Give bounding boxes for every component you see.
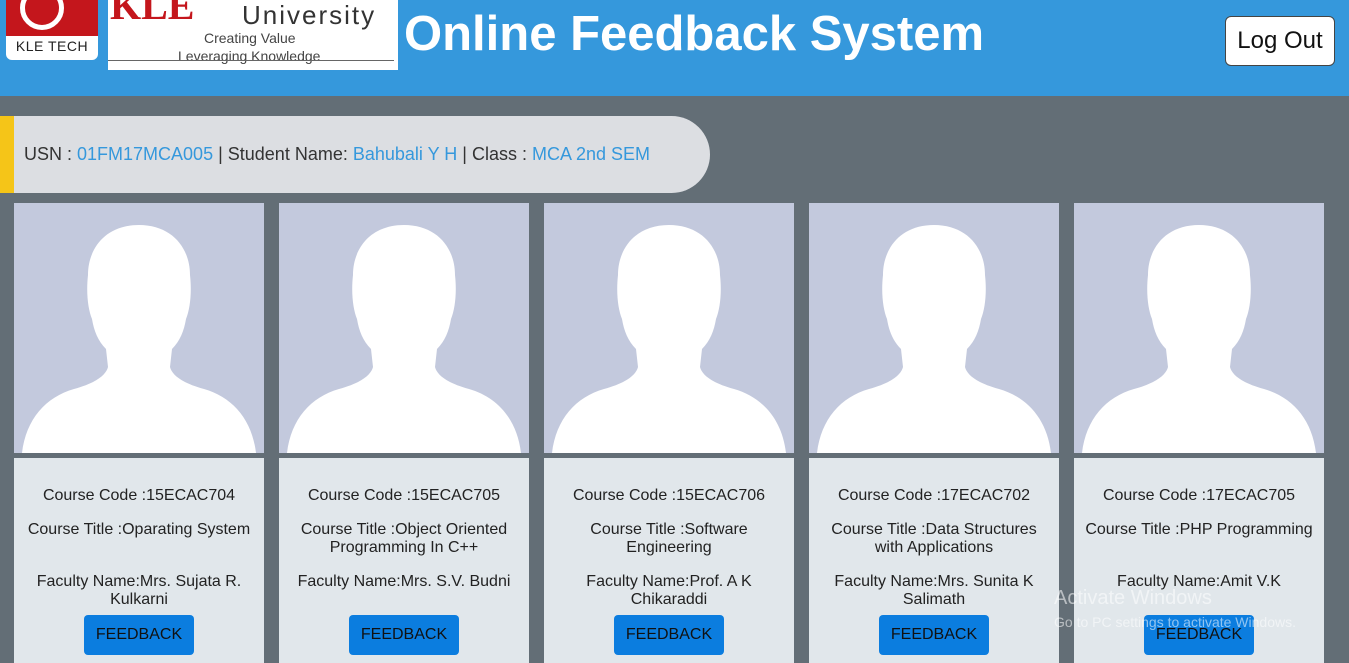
- faculty-avatar: [1074, 203, 1324, 453]
- faculty-name: Faculty Name:Amit V.K: [1117, 573, 1281, 590]
- logout-button[interactable]: Log Out: [1225, 16, 1335, 66]
- course-details: Course Code :15ECAC704 Course Title :Opa…: [14, 458, 264, 663]
- feedback-button[interactable]: FEEDBACK: [349, 615, 459, 655]
- tagline-2: Leveraging Knowledge: [178, 48, 321, 64]
- course-code: Course Code :15ECAC705: [307, 487, 501, 504]
- faculty-name: Faculty Name:Mrs. S.V. Budni: [297, 573, 511, 590]
- avatar-silhouette-icon: [1082, 225, 1316, 453]
- course-details: Course Code :17ECAC702 Course Title :Dat…: [809, 458, 1059, 663]
- faculty-avatar: [14, 203, 264, 453]
- tagline-1: Creating Value: [204, 30, 296, 46]
- course-title: Course Title :PHP Programming: [1085, 521, 1313, 538]
- faculty-name: Faculty Name:Mrs. Sujata R. Kulkarni: [36, 573, 242, 608]
- course-card: Course Code :15ECAC706 Course Title :Sof…: [544, 203, 794, 663]
- avatar-silhouette-icon: [22, 225, 256, 453]
- faculty-avatar: [544, 203, 794, 453]
- course-title: Course Title :Data Structures with Appli…: [831, 521, 1037, 556]
- feedback-button[interactable]: FEEDBACK: [84, 615, 194, 655]
- university-brand: KLE: [110, 0, 195, 28]
- feedback-button[interactable]: FEEDBACK: [614, 615, 724, 655]
- course-code: Course Code :17ECAC705: [1102, 487, 1296, 504]
- name-label: | Student Name:: [213, 144, 353, 164]
- header-bar: KLE TECH KLE University Creating Value L…: [0, 0, 1349, 96]
- course-details: Course Code :15ECAC706 Course Title :Sof…: [544, 458, 794, 663]
- university-word: University: [242, 0, 377, 30]
- kle-tech-logo: KLE TECH: [6, 0, 98, 60]
- student-name-value: Bahubali Y H: [352, 144, 458, 164]
- class-value: MCA 2nd SEM: [531, 144, 651, 164]
- course-card: Course Code :15ECAC705 Course Title :Obj…: [279, 203, 529, 663]
- faculty-avatar: [809, 203, 1059, 453]
- feedback-button[interactable]: FEEDBACK: [879, 615, 989, 655]
- page-title: Online Feedback System: [404, 7, 985, 61]
- feedback-button[interactable]: FEEDBACK: [1144, 615, 1254, 655]
- course-title: Course Title :Object Oriented Programmin…: [300, 521, 508, 556]
- course-code: Course Code :17ECAC702: [837, 487, 1031, 504]
- student-info-bar: USN : 01FM17MCA005 | Student Name: Bahub…: [0, 116, 710, 193]
- course-details: Course Code :17ECAC705 Course Title :PHP…: [1074, 458, 1324, 663]
- faculty-name: Faculty Name:Mrs. Sunita K Salimath: [834, 573, 1034, 608]
- avatar-silhouette-icon: [552, 225, 786, 453]
- logo-text: KLE TECH: [15, 38, 89, 54]
- university-logo: KLE University Creating Value Leveraging…: [108, 0, 398, 70]
- course-card: Course Code :17ECAC705 Course Title :PHP…: [1074, 203, 1324, 663]
- usn-label: USN :: [24, 144, 78, 164]
- avatar-silhouette-icon: [817, 225, 1051, 453]
- course-card: Course Code :17ECAC702 Course Title :Dat…: [809, 203, 1059, 663]
- info-accent: [0, 116, 14, 193]
- course-title: Course Title :Software Engineering: [590, 521, 748, 556]
- course-card: Course Code :15ECAC704 Course Title :Opa…: [14, 203, 264, 663]
- course-details: Course Code :15ECAC705 Course Title :Obj…: [279, 458, 529, 663]
- class-label: | Class :: [457, 144, 532, 164]
- course-title: Course Title :Oparating System: [27, 521, 251, 538]
- avatar-silhouette-icon: [287, 225, 521, 453]
- student-info-line: USN : 01FM17MCA005 | Student Name: Bahub…: [24, 144, 650, 165]
- course-code: Course Code :15ECAC704: [42, 487, 236, 504]
- faculty-name: Faculty Name:Prof. A K Chikaraddi: [586, 573, 752, 608]
- course-code: Course Code :15ECAC706: [572, 487, 766, 504]
- usn-value: 01FM17MCA005: [77, 144, 214, 164]
- faculty-avatar: [279, 203, 529, 453]
